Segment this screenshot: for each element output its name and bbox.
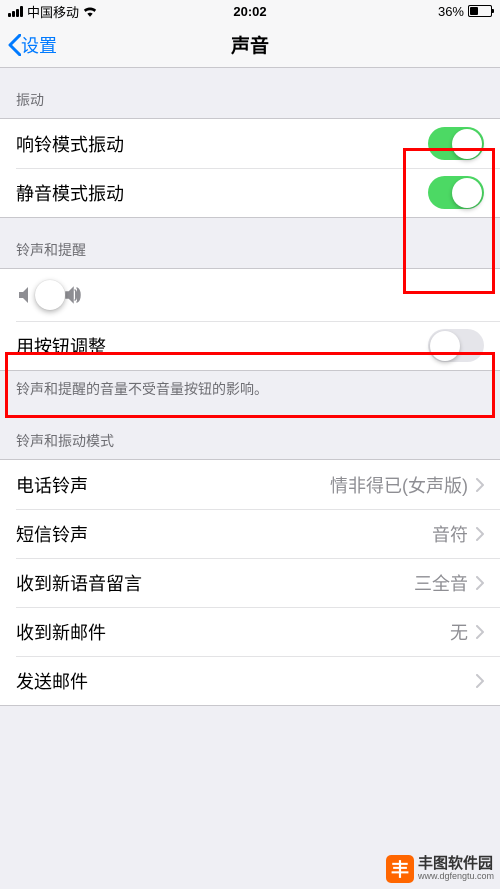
value-newmail: 无 <box>450 619 468 645</box>
chevron-left-icon <box>8 34 21 56</box>
status-time: 20:02 <box>233 4 266 19</box>
back-label: 设置 <box>21 32 57 58</box>
value-voicemail: 三全音 <box>414 570 468 596</box>
section-header-vibrate: 振动 <box>0 68 500 118</box>
nav-bar: 设置 声音 <box>0 22 500 68</box>
watermark: 丰 丰图软件园 www.dgfengtu.com <box>386 855 494 883</box>
status-bar: 中国移动 20:02 36% <box>0 0 500 22</box>
section-header-patterns: 铃声和振动模式 <box>0 409 500 459</box>
chevron-right-icon <box>476 576 484 590</box>
section-footer-ringer: 铃声和提醒的音量不受音量按钮的影响。 <box>0 371 500 409</box>
chevron-right-icon <box>476 478 484 492</box>
section-header-ringer: 铃声和提醒 <box>0 218 500 268</box>
label-vibrate-silent: 静音模式振动 <box>16 180 124 206</box>
watermark-badge: 丰 <box>386 855 414 883</box>
switch-button-adjust[interactable] <box>428 329 484 362</box>
label-newmail: 收到新邮件 <box>16 619 106 645</box>
watermark-name: 丰图软件园 <box>418 856 494 873</box>
cell-voicemail[interactable]: 收到新语音留言 三全音 <box>0 558 500 607</box>
volume-low-icon <box>16 285 36 305</box>
label-sentmail: 发送邮件 <box>16 668 88 694</box>
switch-vibrate-silent[interactable] <box>428 176 484 209</box>
watermark-url: www.dgfengtu.com <box>418 872 494 882</box>
volume-high-icon <box>64 285 84 305</box>
cell-texttone[interactable]: 短信铃声 音符 <box>0 509 500 558</box>
label-ringtone: 电话铃声 <box>16 472 88 498</box>
content-scroll[interactable]: 振动 响铃模式振动 静音模式振动 铃声和提醒 用按钮调整 铃声和 <box>0 68 500 889</box>
chevron-right-icon <box>476 527 484 541</box>
cell-button-adjust[interactable]: 用按钮调整 <box>0 321 500 370</box>
page-title: 声音 <box>231 31 269 58</box>
cell-newmail[interactable]: 收到新邮件 无 <box>0 607 500 656</box>
carrier-label: 中国移动 <box>27 2 79 21</box>
slider-thumb[interactable] <box>35 280 65 310</box>
switch-vibrate-ring[interactable] <box>428 127 484 160</box>
cell-vibrate-silent[interactable]: 静音模式振动 <box>0 168 500 217</box>
value-ringtone: 情非得已(女声版) <box>330 472 468 498</box>
label-vibrate-ring: 响铃模式振动 <box>16 131 124 157</box>
cell-vibrate-ring[interactable]: 响铃模式振动 <box>0 119 500 168</box>
cell-sentmail[interactable]: 发送邮件 <box>0 656 500 705</box>
chevron-right-icon <box>476 625 484 639</box>
battery-percent: 36% <box>438 4 464 19</box>
cell-ringtone[interactable]: 电话铃声 情非得已(女声版) <box>0 460 500 509</box>
label-texttone: 短信铃声 <box>16 521 88 547</box>
battery-icon <box>468 5 492 17</box>
wifi-icon <box>83 6 97 17</box>
signal-icon <box>8 6 23 17</box>
label-button-adjust: 用按钮调整 <box>16 333 106 359</box>
chevron-right-icon <box>476 674 484 688</box>
value-texttone: 音符 <box>432 521 468 547</box>
back-button[interactable]: 设置 <box>0 32 57 58</box>
cell-volume-slider <box>0 269 500 321</box>
label-voicemail: 收到新语音留言 <box>16 570 142 596</box>
